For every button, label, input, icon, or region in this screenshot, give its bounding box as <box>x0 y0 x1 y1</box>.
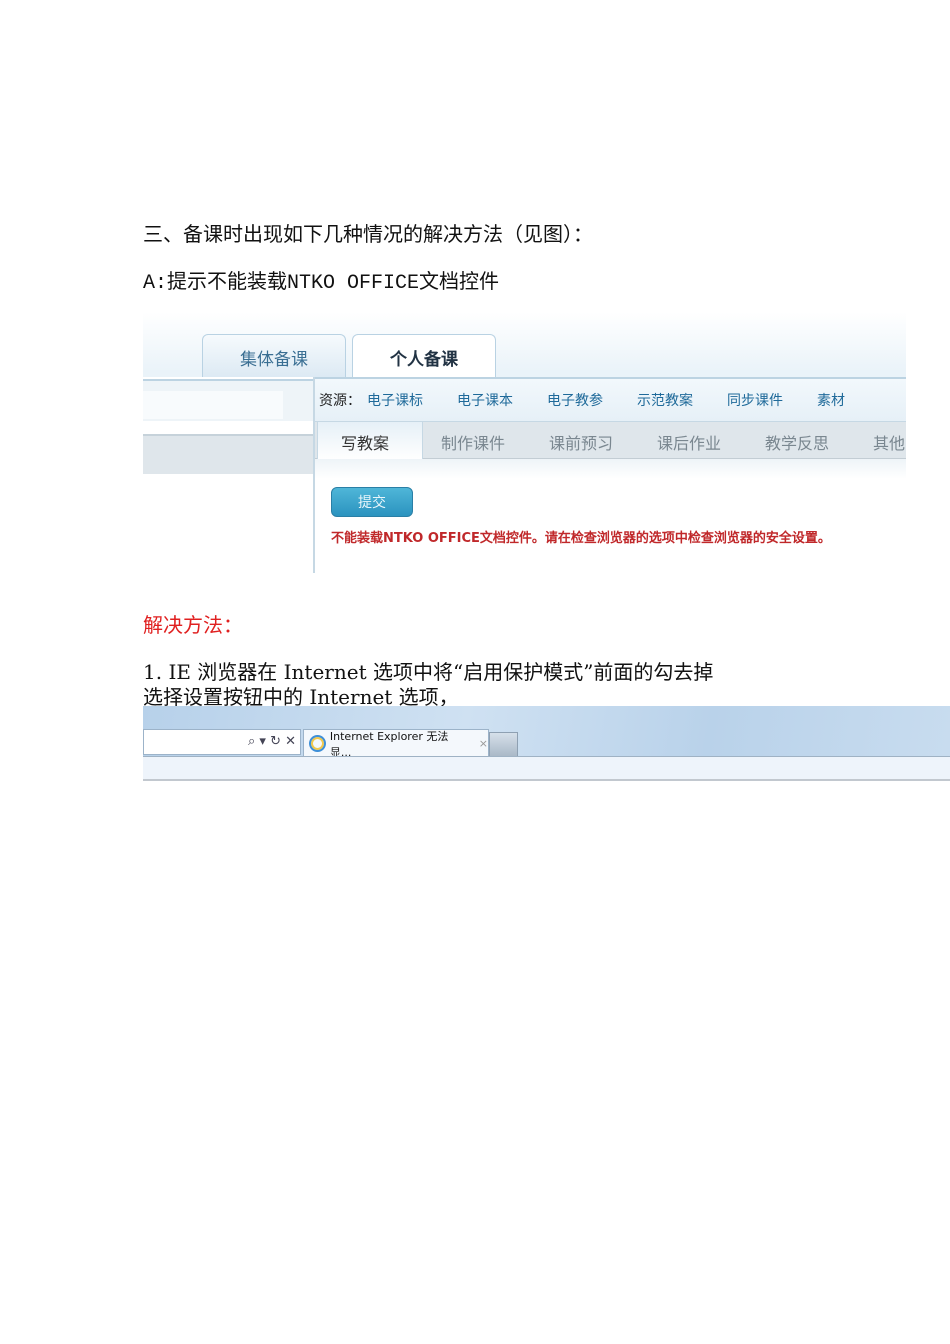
resource-link[interactable]: 素材 <box>817 390 845 410</box>
tab-group-prep[interactable]: 集体备课 <box>202 334 346 379</box>
subtab-reflection[interactable]: 教学反思 <box>765 430 829 454</box>
right-pane: 资源： 电子课标 电子课本 电子教参 示范教案 同步课件 素材 写教案 制作课件… <box>315 377 906 573</box>
left-pane <box>143 377 315 573</box>
subtab-preview[interactable]: 课前预习 <box>549 430 613 454</box>
subtab-other[interactable]: 其他 <box>873 430 905 454</box>
command-bar <box>143 756 950 781</box>
resources-bar: 资源： 电子课标 电子课本 电子教参 示范教案 同步课件 素材 <box>315 377 906 422</box>
new-tab-button[interactable] <box>489 732 518 758</box>
resources-label: 资源： <box>319 393 361 409</box>
tab-personal-prep[interactable]: 个人备课 <box>352 334 496 379</box>
subtab-bar: 写教案 制作课件 课前预习 课后作业 教学反思 其他 <box>315 421 906 460</box>
close-tab-icon[interactable]: × <box>479 737 488 750</box>
screenshot-ntko-error: 集体备课 个人备课 资源： 电子课标 电子课本 电子教参 示范教案 同步课件 素… <box>143 312 906 573</box>
ie-logo-icon <box>309 735 326 752</box>
search-field[interactable] <box>143 391 283 419</box>
subtab-homework[interactable]: 课后作业 <box>657 430 721 454</box>
resource-link[interactable]: 示范教案 <box>637 390 693 410</box>
submit-button[interactable]: 提交 <box>331 487 413 517</box>
resource-link[interactable]: 电子课标 <box>367 390 423 410</box>
browser-tab[interactable]: Internet Explorer 无法显... × <box>303 729 489 759</box>
screenshot-ie-toolbar: ⌕ ▾ ↻ ✕ Internet Explorer 无法显... × <box>143 706 950 820</box>
resource-link[interactable]: 电子课本 <box>457 390 513 410</box>
tab-title: Internet Explorer 无法显... <box>329 729 449 759</box>
section-heading: 三、备课时出现如下几种情况的解决方法（见图）： <box>143 222 593 246</box>
document-page: 三、备课时出现如下几种情况的解决方法（见图）： A:提示不能装载NTKO OFF… <box>0 0 950 1344</box>
error-message: 不能装载NTKO OFFICE文档控件。请在检查浏览器的选项中检查浏览器的安全设… <box>331 531 831 546</box>
address-bar[interactable]: ⌕ ▾ ↻ ✕ <box>143 729 301 755</box>
resource-link[interactable]: 电子教参 <box>547 390 603 410</box>
address-bar-icons[interactable]: ⌕ ▾ ↻ ✕ <box>248 734 300 749</box>
resource-link[interactable]: 同步课件 <box>727 390 783 410</box>
subtab-make-courseware[interactable]: 制作课件 <box>441 430 505 454</box>
case-a-heading: A:提示不能装载NTKO OFFICE文档控件 <box>143 272 500 295</box>
solution-label: 解决方法： <box>143 613 243 637</box>
subtab-write-plan[interactable]: 写教案 <box>341 430 389 454</box>
